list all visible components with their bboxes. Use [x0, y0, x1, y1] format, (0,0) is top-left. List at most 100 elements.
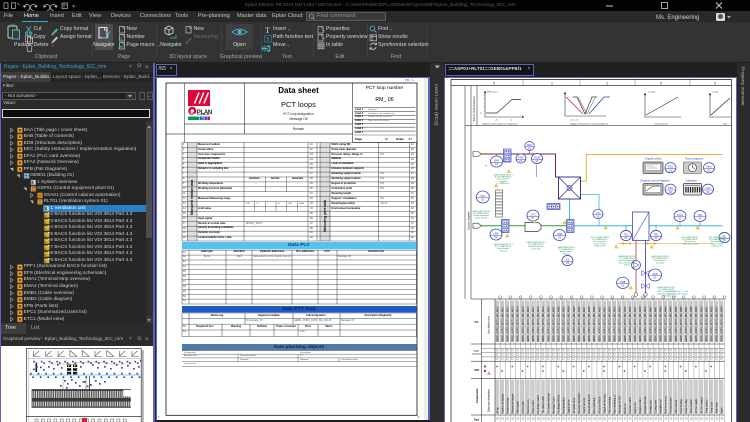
svg-text:USB: USB — [557, 232, 563, 236]
svg-text:Nph: Nph — [707, 165, 712, 169]
svg-text:Supply air temp: Supply air temp — [583, 397, 586, 414]
svg-text:21: 21 — [480, 113, 482, 115]
svg-text:Air quality temp: Air quality temp — [573, 397, 576, 414]
svg-text:GEB01_ASP01_RLT01_MS_AN40: GEB01_ASP01_RLT01_MS_AN40 — [649, 306, 652, 342]
svg-text:Filter monitoring: Filter monitoring — [609, 396, 612, 413]
svg-text:Message Mechanics: Message Mechanics — [579, 392, 581, 414]
svg-text:sensor, PT1000: sensor, PT1000 — [475, 216, 487, 219]
svg-text:Pump heating: Pump heating — [680, 399, 683, 414]
svg-text:Air flow exhaust: Air flow exhaust — [700, 397, 703, 414]
svg-text:GEB01_ASP01_RLT01_MS_AN48: GEB01_ASP01_RLT01_MS_AN48 — [690, 306, 693, 342]
svg-text:B_OPENBLOW 4: B_OPENBLOW 4 — [496, 183, 509, 185]
svg-text:GEB01_ASP01_RLT01_MS_AN27: GEB01_ASP01_RLT01_MS_AN27 — [583, 306, 586, 342]
svg-text:Pump switch: Pump switch — [532, 400, 535, 414]
svg-text:Max monitoring ex: Max monitoring ex — [614, 394, 617, 414]
svg-text:BACS Characteristics: BACS Characteristics — [472, 95, 476, 121]
svg-text:GEB01_ASP01_RLT01_MS_AN53: GEB01_ASP01_RLT01_MS_AN53 — [716, 306, 719, 342]
svg-text:GEB01_ASP01_RLT01_MS_AN50: GEB01_ASP01_RLT01_MS_AN50 — [700, 306, 703, 342]
svg-text:GEB01_ASP01_RLT01_MS_AN46: GEB01_ASP01_RLT01_MS_AN46 — [680, 306, 683, 342]
svg-text:All down V4 Exh: All down V4 Exh — [598, 396, 601, 413]
svg-text:Pre-damper Electr: Pre-damper Electr — [558, 395, 561, 414]
svg-text:Outdoor air damper: Outdoor air damper — [501, 393, 504, 413]
svg-text:Heat recovery sw: Heat recovery sw — [665, 395, 668, 413]
svg-text:ventilation: ventilation — [499, 249, 507, 252]
svg-text:Heating valve: Heating valve — [649, 399, 652, 414]
svg-text:TSL: TSL — [624, 233, 629, 237]
svg-text:Supply air temperature control: Supply air temperature control (h,V,MV,C… — [570, 123, 608, 126]
svg-text:Graphic plant: Graphic plant — [645, 156, 662, 160]
svg-text:FSH: FSH — [677, 213, 682, 217]
svg-text:Holder, 8m manifold: Holder, 8m manifold — [682, 242, 697, 245]
svg-text:thermostat: thermostat — [656, 261, 665, 264]
svg-text:length 140 mm: length 140 mm — [594, 244, 606, 247]
svg-text:Pump cooling: Pump cooling — [686, 399, 688, 414]
svg-text:GEB01_ASP01_RLT01_MS_AN45: GEB01_ASP01_RLT01_MS_AN45 — [675, 306, 678, 342]
svg-text:Heat production: Heat production — [563, 397, 566, 414]
svg-text:GEB01_ASP01_RLT01_MS_AN41: GEB01_ASP01_RLT01_MS_AN41 — [654, 306, 657, 342]
svg-text:GEB01_ASP01_RLT01_MS_AN12: GEB01_ASP01_RLT01_MS_AN12 — [507, 306, 510, 342]
svg-text:Supply air fan: Supply air fan — [568, 399, 571, 414]
svg-text:% Output: % Output — [648, 91, 656, 94]
svg-text:GEB01_ASP01_RLT01_MS_AN18: GEB01_ASP01_RLT01_MS_AN18 — [537, 306, 540, 342]
svg-text:Valve position: Valve position — [690, 399, 693, 414]
svg-text:Supply fan: Supply fan — [635, 402, 637, 414]
svg-text:Pre damper thermal: Pre damper thermal — [547, 393, 550, 414]
svg-text:GEB01_ASP01_RLT01_MS_AN35: GEB01_ASP01_RLT01_MS_AN35 — [624, 306, 627, 342]
svg-text:3: 3 — [660, 80, 663, 85]
svg-text:KM1.T.AN.EXT_CONS: KM1.T.AN.EXT_CONS — [668, 290, 689, 293]
svg-text:GEB01_ASP01_RLT01_MS_AN33: GEB01_ASP01_RLT01_MS_AN33 — [614, 306, 617, 342]
svg-text:GEB01_ASP01_RLT01_MS_AN20: GEB01_ASP01_RLT01_MS_AN20 — [547, 306, 550, 342]
svg-text:Return air temp: Return air temp — [507, 397, 510, 414]
svg-text:GEB01_ASP01_RLT01_MS_AN39: GEB01_ASP01_RLT01_MS_AN39 — [644, 306, 647, 342]
svg-text:FRA: FRA — [518, 156, 524, 160]
svg-text:GEB01_ASP01_RLT01_MS_AN38: GEB01_ASP01_RLT01_MS_AN38 — [639, 306, 642, 342]
svg-text:GEB01_ASP01_RLT01_MS_AN21: GEB01_ASP01_RLT01_MS_AN21 — [552, 306, 555, 342]
svg-text:GEB01_ASP01_RLT01_MS_AN43: GEB01_ASP01_RLT01_MS_AN43 — [665, 306, 668, 342]
svg-text:Message Cooler: Message Cooler — [552, 397, 555, 414]
svg-text:Pressure switch: Pressure switch — [629, 397, 632, 414]
svg-text:GEB01_ASP01_RLT01_MS_AN29: GEB01_ASP01_RLT01_MS_AN29 — [593, 306, 596, 342]
svg-text:All fan: All fan — [496, 406, 499, 413]
svg-text:+5: +5 — [510, 120, 512, 122]
svg-text:GEB01_ASP01_RLT01_MS_AN52: GEB01_ASP01_RLT01_MS_AN52 — [711, 306, 714, 342]
svg-text:LS: LS — [566, 258, 569, 262]
svg-text:FSC: FSC — [668, 186, 673, 190]
svg-text:2: 2 — [606, 80, 609, 85]
svg-text:Heat recovery: Heat recovery — [527, 398, 530, 413]
svg-text:Exhaust air damper: Exhaust air damper — [512, 393, 515, 413]
svg-text:GEB01_ASP01_RLT01_MS_AN11: GEB01_ASP01_RLT01_MS_AN11 — [501, 306, 504, 342]
svg-text:-20: -20 — [495, 120, 497, 122]
svg-text:PROG 3F: PROG 3F — [668, 296, 678, 298]
svg-text:structure: structure — [472, 352, 482, 355]
svg-text:GEB01_ASP01_RLT01_MS_AN19: GEB01_ASP01_RLT01_MS_AN19 — [542, 306, 545, 342]
svg-text:Max monitoring: Max monitoring — [593, 397, 596, 413]
svg-text:GEB01_ASP01_RLT01_MS_AN37: GEB01_ASP01_RLT01_MS_AN37 — [634, 306, 637, 342]
svg-text:User address key: User address key — [488, 315, 491, 334]
svg-text:Cont: Cont — [723, 123, 728, 126]
svg-text:marketing, MECD ALG: marketing, MECD ALG — [668, 293, 689, 296]
svg-text:length 140 mm: length 140 mm — [711, 244, 723, 247]
svg-text:Type: Type — [474, 419, 480, 422]
svg-text:GEB01_ASP01_RLT01_MS_AN28: GEB01_ASP01_RLT01_MS_AN28 — [588, 306, 591, 342]
svg-text:Return air: Return air — [624, 403, 627, 413]
svg-text:Data: Data — [474, 350, 480, 353]
svg-text:190 mm: 190 mm — [624, 264, 631, 266]
svg-text:GEB01_ASP01_RLT01_MS_AN15: GEB01_ASP01_RLT01_MS_AN15 — [522, 306, 525, 342]
svg-text:Filter exhaust: Filter exhaust — [675, 399, 678, 413]
svg-text:GEB01_ASP01_RLT01_MS_AN24: GEB01_ASP01_RLT01_MS_AN24 — [568, 306, 571, 342]
svg-text:1: 1 — [551, 80, 554, 85]
svg-text:GEB01_ASP01_RLT01_MS_AN10: GEB01_ASP01_RLT01_MS_AN10 — [496, 306, 499, 342]
svg-text:Time programs: Time programs — [685, 156, 704, 160]
svg-text:Alarm horn: Alarm horn — [716, 402, 719, 414]
svg-text:The alarm switch: The alarm switch — [542, 395, 545, 413]
svg-text:GEB01_ASP01_RLT01_MS_AN42: GEB01_ASP01_RLT01_MS_AN42 — [660, 306, 663, 342]
svg-text:PRB: PRB — [620, 280, 626, 284]
svg-text:FS: FS — [596, 211, 600, 215]
svg-text:Components: Components — [476, 388, 479, 403]
svg-text:Message air VAV: Message air VAV — [619, 396, 622, 414]
svg-text:GEB01_ASP01_RLT01_MS_AN34: GEB01_ASP01_RLT01_MS_AN34 — [619, 306, 622, 342]
svg-text:GEB01_ASP01_RLT01_MS_AN14: GEB01_ASP01_RLT01_MS_AN14 — [517, 306, 520, 342]
svg-text:GEB01_ASP01_RLT01_MS_AN51: GEB01_ASP01_RLT01_MS_AN51 — [705, 306, 708, 342]
svg-text:GEB01_ASP01_RLT01_MS_AN44: GEB01_ASP01_RLT01_MS_AN44 — [670, 306, 673, 342]
svg-text:Supply air fan msg: Supply air fan msg — [603, 394, 606, 414]
